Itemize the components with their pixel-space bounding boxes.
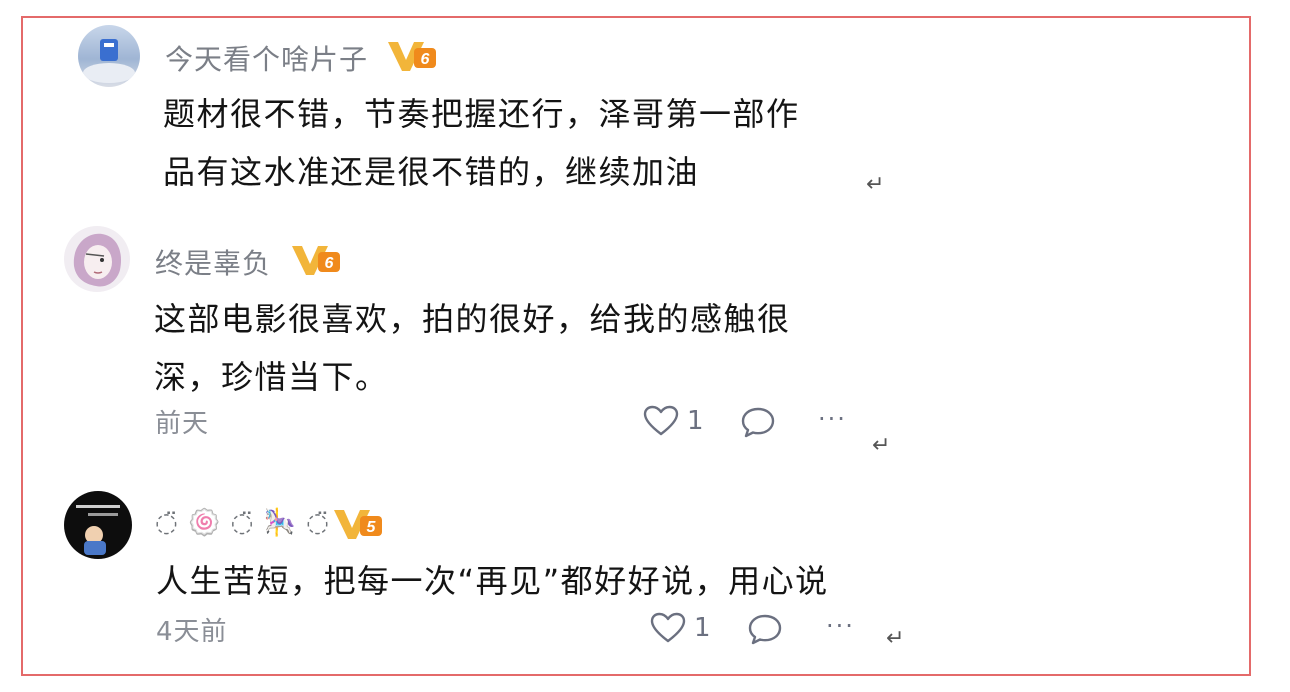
vip-level-badge-icon: 6 <box>388 42 436 71</box>
return-symbol: ↵ <box>872 433 891 458</box>
return-symbol: ↵ <box>886 626 905 651</box>
more-options-button[interactable]: ··· <box>818 405 847 433</box>
avatar[interactable] <box>64 491 132 559</box>
avatar-image-icon <box>83 39 135 83</box>
heart-icon <box>643 405 679 436</box>
reply-bubble-icon[interactable] <box>747 613 783 645</box>
more-options-button[interactable]: ··· <box>826 612 855 640</box>
level-number: 5 <box>367 519 377 536</box>
comment-text: 题材很不错，节奏把握还行，泽哥第一部作 品有这水准还是很不错的，继续加油 <box>163 95 800 191</box>
return-symbol: ↵ <box>866 172 885 197</box>
comment-text: 人生苦短，把每一次“再见”都好好说，用心说 <box>156 562 829 600</box>
comment-time: 4天前 <box>156 617 228 647</box>
username[interactable]: ◌̈ 🍥 ◌̈ 🎠 ◌̈ <box>155 508 330 538</box>
level-number: 6 <box>325 255 334 272</box>
avatar-image-icon <box>73 233 122 287</box>
avatar[interactable] <box>78 25 140 87</box>
username[interactable]: 今天看个啥片子 <box>165 38 368 78</box>
level-number: 6 <box>421 51 430 68</box>
comment-text: 这部电影很喜欢，拍的很好，给我的感触很 深，珍惜当下。 <box>154 300 791 396</box>
reply-bubble-icon[interactable] <box>740 406 776 438</box>
vip-level-badge-icon: 5 <box>334 510 382 539</box>
vip-level-badge-icon: 6 <box>292 246 340 275</box>
like-count: 1 <box>694 613 711 643</box>
like-button[interactable]: 1 <box>650 612 711 644</box>
like-button[interactable]: 1 <box>643 405 704 437</box>
username[interactable]: 终是辜负 <box>155 242 271 282</box>
comment-time: 前天 <box>155 409 210 439</box>
heart-icon <box>650 612 686 643</box>
like-count: 1 <box>687 406 704 436</box>
avatar-image-icon <box>76 505 120 555</box>
avatar[interactable] <box>64 226 130 292</box>
